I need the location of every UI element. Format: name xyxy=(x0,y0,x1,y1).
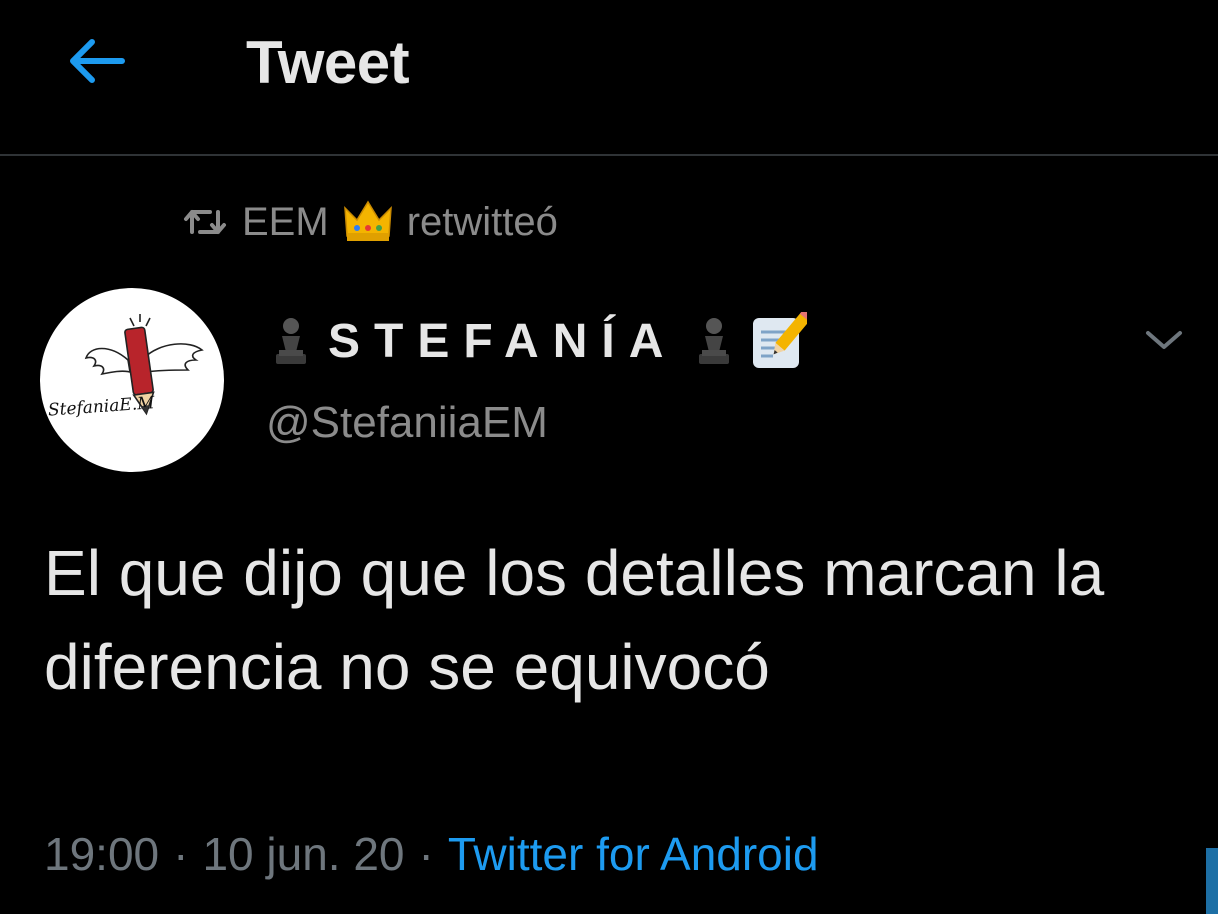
tweet-menu-button[interactable] xyxy=(1140,318,1188,362)
top-app-bar: Tweet xyxy=(0,0,1218,156)
chevron-down-icon xyxy=(1146,331,1182,349)
page-title: Tweet xyxy=(246,29,410,96)
display-name-row[interactable]: STEFANÍA xyxy=(268,306,808,376)
meta-separator: · xyxy=(418,828,434,880)
display-name: STEFANÍA xyxy=(328,314,678,368)
retweet-label: retwitteó xyxy=(406,199,558,244)
meta-separator: · xyxy=(173,828,189,880)
user-handle[interactable]: @StefaniiaEM xyxy=(266,398,548,448)
back-button[interactable] xyxy=(58,26,134,96)
crown-icon xyxy=(343,200,392,241)
scroll-indicator xyxy=(1206,848,1218,914)
avatar[interactable]: StefaniaE.M xyxy=(40,288,224,472)
tweet-time: 19:00 xyxy=(44,828,160,880)
avatar-image: StefaniaE.M xyxy=(47,314,204,421)
retweet-icon xyxy=(184,210,226,234)
chess-pawn-icon xyxy=(699,318,730,364)
retweet-context[interactable]: EEM retwitteó xyxy=(182,196,558,248)
tweet-source-link[interactable]: Twitter for Android xyxy=(448,827,819,881)
chess-pawn-icon xyxy=(276,318,306,364)
tweet-text: El que dijo que los detalles marcan la d… xyxy=(44,537,1105,703)
tweet-meta: 19:00 · 10 jun. 20 · Twitter for Android xyxy=(44,824,819,884)
avatar-signature: StefaniaE.M xyxy=(47,393,155,420)
retweeter-name: EEM xyxy=(242,199,329,244)
memo-icon xyxy=(753,312,808,368)
arrow-left-icon xyxy=(70,39,125,83)
tweet-date: 10 jun. 20 xyxy=(202,828,405,880)
tweet-detail-screen: Tweet EEM retwitteó StefaniaE.M STEFANÍA… xyxy=(0,0,1218,914)
